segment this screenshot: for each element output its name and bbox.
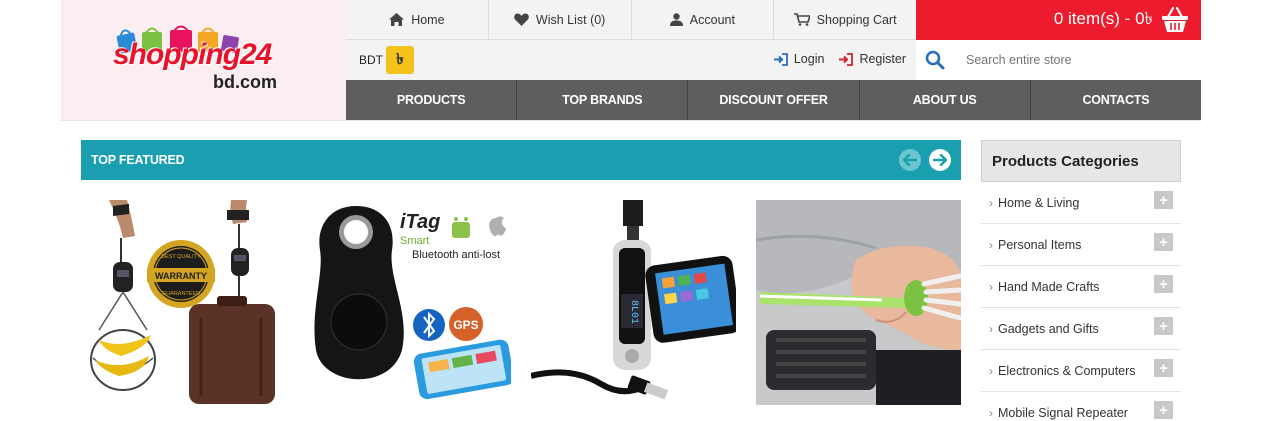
category-mobile-signal-repeater[interactable]: › Mobile Signal Repeater + [981,392,1181,421]
home-icon [389,13,405,26]
register-label: Register [859,52,906,66]
top-link-home[interactable]: Home [346,0,489,39]
svg-text:WARRANTY: WARRANTY [155,271,207,281]
register-icon [839,52,854,66]
arrow-right-icon [933,154,947,166]
product-luggage-scale[interactable]: WARRANTY BEST QUALITY GUARANTEED [81,200,286,405]
luggage-scale-image: WARRANTY BEST QUALITY GUARANTEED [81,200,286,405]
product-vent-brush[interactable] [756,200,961,405]
category-home-living[interactable]: › Home & Living + [981,182,1181,224]
expand-plus-icon[interactable]: + [1154,401,1173,419]
heart-icon [514,13,529,26]
top-link-account-label: Account [689,12,735,27]
category-electronics-computers[interactable]: › Electronics & Computers + [981,350,1181,392]
product-itag-tracker[interactable]: iTag Smart Bluetooth anti-lost GPS [306,200,511,405]
expand-plus-icon[interactable]: + [1154,191,1173,209]
cart-summary-text: 0 item(s) - 0৳ [1053,9,1153,28]
category-label: Mobile Signal Repeater [998,405,1128,420]
category-hand-made-crafts[interactable]: › Hand Made Crafts + [981,266,1181,308]
nav-products[interactable]: PRODUCTS [346,80,518,120]
chevron-right-icon: › [989,405,993,420]
login-link[interactable]: Login [773,52,825,66]
product-fm-transmitter[interactable]: 8L01 [531,200,736,405]
carousel-prev-button[interactable] [899,149,921,171]
fm-transmitter-image: 8L01 [531,200,736,405]
search-box [916,40,1201,80]
arrow-left-icon [903,154,917,166]
vent-brush-image [756,200,961,405]
basket-icon [1162,7,1188,32]
top-link-account[interactable]: Account [632,0,775,39]
category-label: Gadgets and Gifts [998,321,1099,336]
auth-links: Login Register [773,52,906,66]
svg-text:iTag: iTag [400,211,440,233]
category-label: Home & Living [998,195,1080,210]
currency-button[interactable]: ৳ [386,46,414,74]
expand-plus-icon[interactable]: + [1154,275,1173,293]
category-label: Electronics & Computers [998,363,1136,378]
main-nav: PRODUCTS TOP BRANDS DISCOUNT OFFER ABOUT… [346,80,1201,120]
expand-plus-icon[interactable]: + [1154,233,1173,251]
categories-title: Products Categories [981,140,1181,182]
expand-plus-icon[interactable]: + [1154,317,1173,335]
nav-discount-offer[interactable]: DISCOUNT OFFER [688,80,860,120]
cart-icon [793,13,810,26]
top-links-bar: Home Wish List (0) Account Shopping Cart [346,0,916,40]
categories-panel: Products Categories › Home & Living + › … [981,140,1181,421]
nav-contacts[interactable]: CONTACTS [1031,80,1201,120]
chevron-right-icon: › [989,363,993,378]
page: shopping24 bd.com Home Wish List (0) Acc… [0,0,1262,421]
register-link[interactable]: Register [838,52,906,66]
logo-main-text: shopping24 [113,38,272,71]
svg-text:BEST QUALITY: BEST QUALITY [161,254,201,260]
featured-products: WARRANTY BEST QUALITY GUARANTEED iTag Sm… [81,200,961,405]
logo-sub-text: bd.com [213,72,278,92]
featured-header: TOP FEATURED [81,140,961,180]
chevron-right-icon: › [989,195,993,210]
chevron-right-icon: › [989,321,993,336]
top-link-wishlist[interactable]: Wish List (0) [489,0,632,39]
carousel-next-button[interactable] [929,149,951,171]
top-link-home-label: Home [411,12,445,27]
top-link-shopping-cart-label: Shopping Cart [816,12,897,27]
user-icon [669,13,683,26]
featured-title: TOP FEATURED [91,153,185,167]
search-input[interactable] [966,53,1196,67]
itag-tracker-image: iTag Smart Bluetooth anti-lost GPS [306,200,511,405]
svg-text:GPS: GPS [453,318,478,332]
category-personal-items[interactable]: › Personal Items + [981,224,1181,266]
logo[interactable]: shopping24 bd.com [61,0,346,120]
top-link-wishlist-label: Wish List (0) [535,12,606,27]
login-icon [773,52,788,66]
login-label: Login [793,52,825,66]
svg-text:Smart: Smart [400,235,429,247]
chevron-right-icon: › [989,279,993,294]
chevron-right-icon: › [989,237,993,252]
category-label: Personal Items [998,237,1082,252]
expand-plus-icon[interactable]: + [1154,359,1173,377]
svg-text:Bluetooth anti-lost: Bluetooth anti-lost [412,249,500,261]
category-label: Hand Made Crafts [998,279,1100,294]
svg-text:8L01: 8L01 [628,300,639,324]
category-gadgets-gifts[interactable]: › Gadgets and Gifts + [981,308,1181,350]
currency-auth-row: BDT ৳ Login Register [346,40,916,80]
nav-top-brands[interactable]: TOP BRANDS [517,80,689,120]
nav-about-us[interactable]: ABOUT US [860,80,1031,120]
search-icon[interactable] [916,50,954,70]
top-link-shopping-cart[interactable]: Shopping Cart [774,0,916,39]
svg-text:GUARANTEED: GUARANTEED [162,291,200,297]
header-divider [61,120,1201,121]
currency-label: BDT [359,53,383,67]
cart-summary-button[interactable]: 0 item(s) - 0৳ [916,0,1201,40]
